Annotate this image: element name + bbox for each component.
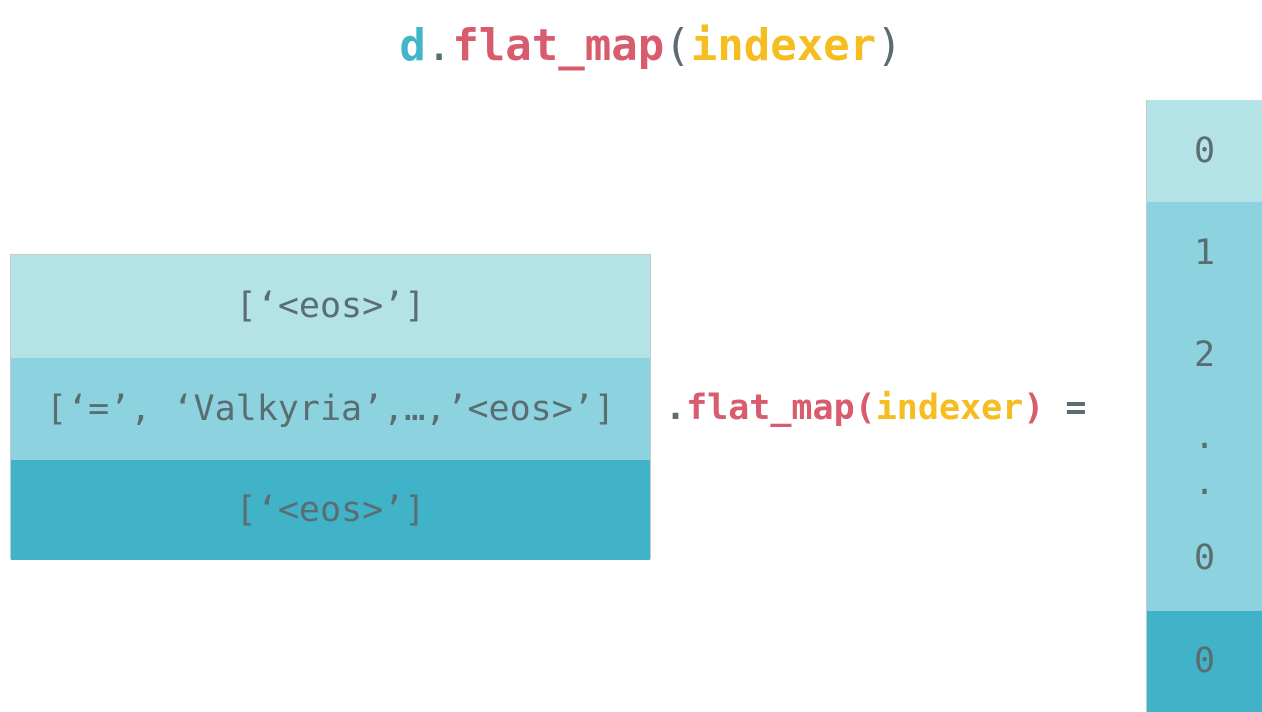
title-dot: . [425, 20, 453, 71]
operation-function: flat_map [686, 388, 855, 428]
input-dataset-table: [‘<eos>’] [‘=’, ‘Valkyria’,…,’<eos>’] [‘… [10, 254, 651, 560]
operation-expression: .flat_map(indexer) = [665, 380, 1086, 436]
input-row: [‘=’, ‘Valkyria’,…,’<eos>’] [11, 358, 650, 460]
output-value: 0 [1193, 538, 1216, 578]
input-row: [‘<eos>’] [11, 460, 650, 560]
output-ellipsis-dot: . [1193, 417, 1216, 457]
operation-argument: indexer [875, 388, 1024, 428]
output-ellipsis-dot: . [1193, 463, 1216, 503]
input-row: [‘<eos>’] [11, 255, 650, 358]
output-value: 0 [1193, 641, 1216, 681]
title-open-paren: ( [664, 20, 691, 71]
operation-equals: = [1044, 388, 1087, 428]
output-value: 0 [1193, 131, 1216, 171]
diagram-title: d.flat_map(indexer) [0, 16, 1262, 76]
title-close-paren: ) [876, 20, 903, 71]
operation-open-paren: ( [854, 388, 876, 428]
title-variable: d [399, 20, 426, 71]
diagram-canvas: d.flat_map(indexer) [‘<eos>’] [‘=’, ‘Val… [0, 0, 1262, 712]
title-function: flat_map [452, 20, 665, 71]
operation-dot: . [665, 388, 687, 428]
output-value: 2 [1193, 335, 1216, 375]
output-value: 1 [1193, 233, 1216, 273]
output-column: 0 1 2 . . 0 0 [1146, 100, 1262, 712]
operation-close-paren: ) [1023, 388, 1045, 428]
title-argument: indexer [690, 20, 877, 71]
